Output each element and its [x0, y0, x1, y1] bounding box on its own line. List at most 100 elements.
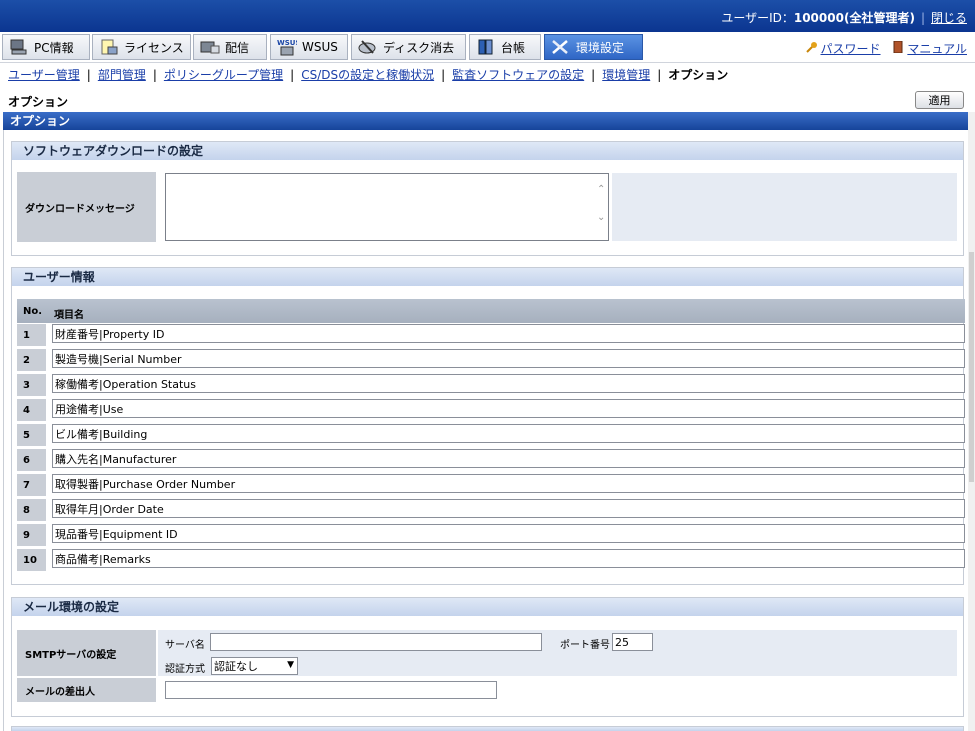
- auth-method-value: 認証なし: [214, 660, 258, 673]
- item-name-input[interactable]: 商品備考|Remarks: [52, 549, 965, 568]
- tab-environment-settings[interactable]: 環境設定: [544, 34, 643, 60]
- row-number: 8: [17, 499, 46, 521]
- next-group-heading: [11, 726, 964, 731]
- column-no: No.: [23, 306, 43, 317]
- item-name-input[interactable]: 取得年月|Order Date: [52, 499, 965, 518]
- item-name-input[interactable]: 用途備考|Use: [52, 399, 965, 418]
- tab-disk-erase[interactable]: ディスク消去: [351, 34, 466, 60]
- download-settings-heading: ソフトウェアダウンロードの設定: [12, 142, 963, 160]
- subnav-department-management[interactable]: 部門管理: [98, 68, 146, 82]
- mail-sender-input[interactable]: [165, 681, 497, 699]
- row-number: 2: [17, 349, 46, 371]
- tab-license[interactable]: ライセンス: [92, 34, 191, 60]
- tab-delivery[interactable]: 配信: [193, 34, 267, 60]
- tab-label: PC情報: [34, 40, 74, 55]
- subnav-current-options: オプション: [668, 68, 729, 82]
- port-label: ポート番号: [560, 640, 610, 651]
- manual-icon: [892, 40, 904, 54]
- mail-sender-label: メールの差出人: [17, 678, 156, 702]
- tab-wsus[interactable]: WSUS WSUS: [270, 34, 348, 60]
- tab-label: 配信: [225, 40, 250, 55]
- auth-method-label: 認証方式: [165, 664, 205, 675]
- key-icon: [805, 41, 818, 53]
- chevron-down-icon: ▼: [287, 660, 294, 670]
- top-links: パスワード マニュアル: [798, 40, 967, 57]
- table-row: 9 現品番号|Equipment ID: [17, 524, 965, 548]
- table-row: 3 稼働備考|Operation Status: [17, 374, 965, 398]
- subnav-audit-software-settings[interactable]: 監査ソフトウェアの設定: [452, 68, 584, 82]
- tab-label: 台帳: [501, 40, 526, 55]
- wsus-icon: WSUS: [277, 38, 297, 56]
- subnav-environment-management[interactable]: 環境管理: [602, 68, 650, 82]
- page-title: オプション: [8, 95, 69, 109]
- delivery-icon: [200, 38, 220, 56]
- tab-label: 環境設定: [576, 40, 625, 55]
- table-row: 5 ビル備考|Building: [17, 424, 965, 448]
- top-header-bar: ユーザーID：100000(全社管理者) | 閉じる: [0, 0, 975, 32]
- item-name-input[interactable]: 財産番号|Property ID: [52, 324, 965, 343]
- main-content: ソフトウェアダウンロードの設定 ダウンロードメッセージ ⌃ ⌄ ユーザー情報 N…: [3, 130, 970, 731]
- tab-pc-info[interactable]: PC情報: [2, 34, 90, 60]
- license-icon: [99, 38, 119, 56]
- table-row: 10 商品備考|Remarks: [17, 549, 965, 573]
- row-number: 6: [17, 449, 46, 471]
- textarea-scrollbar[interactable]: ⌃ ⌄: [594, 174, 608, 240]
- download-message-textarea[interactable]: ⌃ ⌄: [165, 173, 609, 241]
- subnav-user-management[interactable]: ユーザー管理: [8, 68, 80, 82]
- svg-text:WSUS: WSUS: [277, 39, 297, 47]
- scroll-up-icon[interactable]: ⌃: [597, 184, 605, 195]
- disk-erase-icon: [358, 38, 378, 56]
- item-name-input[interactable]: 取得製番|Purchase Order Number: [52, 474, 965, 493]
- item-name-input[interactable]: 現品番号|Equipment ID: [52, 524, 965, 543]
- row-number: 1: [17, 324, 46, 346]
- manual-link[interactable]: マニュアル: [907, 42, 967, 56]
- table-row: 4 用途備考|Use: [17, 399, 965, 423]
- close-link[interactable]: 閉じる: [931, 11, 967, 25]
- download-message-filler: [612, 173, 957, 241]
- user-info: ユーザーID：100000(全社管理者) | 閉じる: [721, 11, 967, 25]
- port-input[interactable]: 25: [612, 633, 653, 651]
- auth-method-select[interactable]: 認証なし ▼: [211, 657, 298, 675]
- scroll-down-icon[interactable]: ⌄: [597, 212, 605, 223]
- tools-icon: [551, 38, 571, 56]
- download-message-label: ダウンロードメッセージ: [17, 172, 156, 242]
- password-link[interactable]: パスワード: [821, 42, 881, 56]
- table-row: 8 取得年月|Order Date: [17, 499, 965, 523]
- section-title-bar: オプション: [3, 112, 969, 130]
- tab-label: WSUS: [302, 40, 338, 54]
- row-number: 3: [17, 374, 46, 396]
- user-id-value: 100000(全社管理者): [793, 11, 915, 25]
- column-item-name: 項目名: [54, 310, 84, 321]
- row-number: 4: [17, 399, 46, 421]
- table-row: 1 財産番号|Property ID: [17, 324, 965, 348]
- item-name-input[interactable]: ビル備考|Building: [52, 424, 965, 443]
- item-name-input[interactable]: 購入先名|Manufacturer: [52, 449, 965, 468]
- server-name-label: サーバ名: [165, 640, 205, 651]
- item-name-input[interactable]: 稼働備考|Operation Status: [52, 374, 965, 393]
- user-info-group: ユーザー情報 No. 項目名 1 財産番号|Property ID 2 製造号機|Se…: [11, 267, 965, 585]
- subnav-cs-ds-settings[interactable]: CS/DSの設定と稼働状況: [301, 68, 434, 82]
- row-number: 7: [17, 474, 46, 496]
- table-row: 7 取得製番|Purchase Order Number: [17, 474, 965, 498]
- smtp-label: SMTPサーバの設定: [17, 630, 156, 676]
- row-number: 9: [17, 524, 46, 546]
- row-number: 10: [17, 549, 46, 571]
- pc-icon: [9, 38, 29, 56]
- subnav-policy-group-management[interactable]: ポリシーグループ管理: [164, 68, 283, 82]
- server-name-input[interactable]: [210, 633, 542, 651]
- user-info-heading: ユーザー情報: [12, 268, 963, 286]
- sub-navigation: ユーザー管理 | 部門管理 | ポリシーグループ管理 | CS/DSの設定と稼働状況 | 監査ソ…: [8, 68, 729, 82]
- table-row: 6 購入先名|Manufacturer: [17, 449, 965, 473]
- mail-settings-group: メール環境の設定 SMTPサーバの設定 サーバ名 ポート番号 25 認証方式 認…: [11, 597, 964, 717]
- tab-ledger[interactable]: 台帳: [469, 34, 541, 60]
- tab-label: ディスク消去: [383, 40, 455, 55]
- mail-settings-heading: メール環境の設定: [12, 598, 963, 616]
- download-settings-group: ソフトウェアダウンロードの設定 ダウンロードメッセージ ⌃ ⌄: [11, 141, 964, 256]
- ledger-icon: [476, 38, 496, 56]
- user-info-table-header: No. 項目名: [17, 299, 965, 323]
- table-row: 2 製造号機|Serial Number: [17, 349, 965, 373]
- row-number: 5: [17, 424, 46, 446]
- user-id-label: ユーザーID：: [721, 11, 794, 25]
- item-name-input[interactable]: 製造号機|Serial Number: [52, 349, 965, 368]
- apply-button[interactable]: 適用: [915, 91, 964, 109]
